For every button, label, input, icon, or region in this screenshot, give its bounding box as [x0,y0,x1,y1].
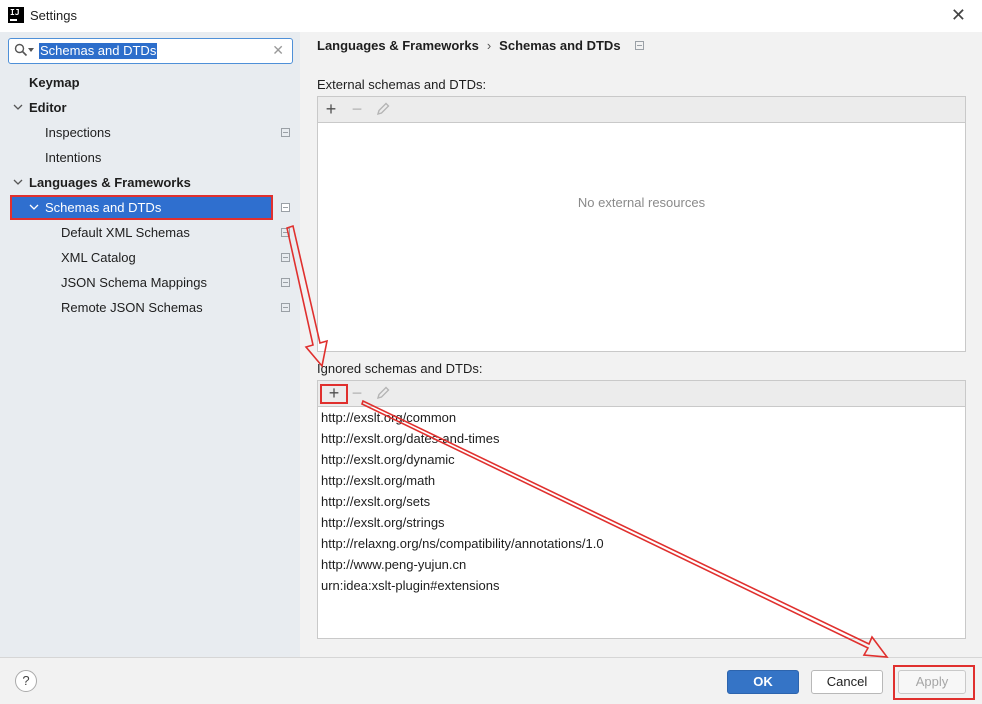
ignored-toolbar: + − [317,380,966,406]
tree-item-label: Intentions [45,150,102,165]
list-item[interactable]: urn:idea:xslt-plugin#extensions [318,575,965,596]
search-value: Schemas and DTDs [39,43,158,59]
list-item[interactable]: http://exslt.org/sets [318,491,965,512]
project-settings-icon [281,203,290,212]
tree-item-label: Languages & Frameworks [29,175,191,190]
tree-item-label: XML Catalog [61,250,136,265]
edit-pencil-icon[interactable] [375,385,391,401]
list-item[interactable]: http://exslt.org/dynamic [318,449,965,470]
empty-state-text: No external resources [577,195,706,210]
project-settings-icon [281,303,290,312]
window-title: Settings [30,8,77,23]
tree-item-schemas-dtds[interactable]: Schemas and DTDs [0,195,300,220]
clear-search-icon[interactable]: ✕ [272,42,284,59]
search-input[interactable]: Schemas and DTDs ✕ [8,38,293,64]
project-settings-icon [634,41,644,50]
settings-sidebar: Schemas and DTDs ✕ Keymap Editor Inspect… [0,32,300,657]
external-toolbar: + − [317,96,966,122]
tree-item-label: Schemas and DTDs [45,200,162,215]
breadcrumb-parent[interactable]: Languages & Frameworks [317,38,479,53]
tree-item-keymap[interactable]: Keymap [0,70,300,95]
breadcrumb: Languages & Frameworks › Schemas and DTDs [317,38,644,53]
intellij-logo-icon: IJ [8,7,24,23]
ok-button[interactable]: OK [727,670,799,694]
tree-item-label: JSON Schema Mappings [61,275,207,290]
list-item[interactable]: http://relaxng.org/ns/compatibility/anno… [318,533,965,554]
external-schemas-label: External schemas and DTDs: [317,77,487,92]
chevron-down-icon[interactable] [29,202,39,212]
project-settings-icon [281,278,290,287]
cancel-button[interactable]: Cancel [811,670,883,694]
search-icon [14,43,28,57]
chevron-down-icon[interactable] [13,102,23,112]
external-schemas-list[interactable]: No external resources [317,122,966,352]
breadcrumb-separator: › [486,38,492,53]
tree-item-remote-json-schemas[interactable]: Remote JSON Schemas [0,295,300,320]
search-options-chevron-icon[interactable] [28,48,34,52]
tree-item-label: Inspections [45,125,111,140]
tree-item-label: Keymap [29,75,80,90]
tree-item-editor[interactable]: Editor [0,95,300,120]
project-settings-icon [281,228,290,237]
tree-item-json-schema-mappings[interactable]: JSON Schema Mappings [0,270,300,295]
project-settings-icon [281,253,290,262]
dialog-button-bar: ? OK Cancel Apply [0,657,982,704]
tree-item-label: Editor [29,100,67,115]
settings-content: Languages & Frameworks › Schemas and DTDs … [300,32,982,657]
tree-item-inspections[interactable]: Inspections [0,120,300,145]
list-item[interactable]: http://exslt.org/dates-and-times [318,428,965,449]
title-bar: IJ Settings ✕ [0,0,982,32]
ignored-schemas-list[interactable]: http://exslt.org/common http://exslt.org… [317,406,966,639]
tree-item-intentions[interactable]: Intentions [0,145,300,170]
tree-item-languages-frameworks[interactable]: Languages & Frameworks [0,170,300,195]
breadcrumb-current: Schemas and DTDs [499,38,621,53]
tree-item-default-xml-schemas[interactable]: Default XML Schemas [0,220,300,245]
close-icon[interactable]: ✕ [951,5,966,26]
edit-pencil-icon[interactable] [375,101,391,117]
chevron-down-icon[interactable] [13,177,23,187]
help-button[interactable]: ? [15,670,37,692]
remove-external-button[interactable]: − [347,100,367,118]
tree-item-xml-catalog[interactable]: XML Catalog [0,245,300,270]
apply-button[interactable]: Apply [898,670,966,694]
list-item[interactable]: http://exslt.org/math [318,470,965,491]
list-item[interactable]: http://exslt.org/strings [318,512,965,533]
project-settings-icon [281,128,290,137]
remove-ignored-button[interactable]: − [347,384,367,402]
add-ignored-button[interactable]: + [320,384,348,404]
tree-item-label: Default XML Schemas [61,225,190,240]
tree-item-label: Remote JSON Schemas [61,300,203,315]
add-external-button[interactable]: + [321,100,341,118]
list-item[interactable]: http://exslt.org/common [318,407,965,428]
ignored-schemas-label: Ignored schemas and DTDs: [317,361,483,376]
list-item[interactable]: http://www.peng-yujun.cn [318,554,965,575]
